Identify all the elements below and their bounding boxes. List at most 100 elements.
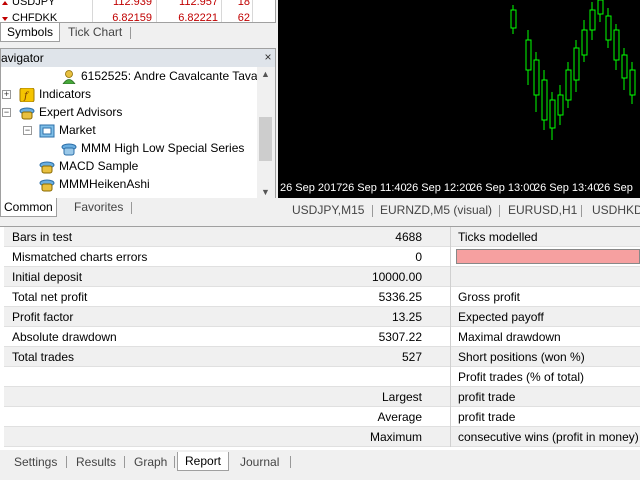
expand-icon[interactable]: + xyxy=(2,90,11,99)
candle-body xyxy=(581,29,588,56)
market-watch-row[interactable]: USDJPY 112.939 112.957 18 xyxy=(0,0,275,8)
candle-body xyxy=(573,47,580,81)
table-row: Profit factor 13.25 Expected payoff xyxy=(4,307,640,327)
tab-common[interactable]: Common xyxy=(0,198,57,217)
row-label: Total net profit xyxy=(12,290,88,304)
tab-journal[interactable]: Journal xyxy=(240,454,279,470)
ask-price: 112.957 xyxy=(179,0,218,8)
table-row: Profit trades (% of total) xyxy=(4,367,640,387)
tab-results[interactable]: Results xyxy=(76,454,116,470)
market-watch-row[interactable]: CHFDKK 6.82159 6.82221 62 xyxy=(0,12,275,23)
mismatch-indicator-bar xyxy=(456,249,640,264)
column-divider xyxy=(450,307,451,327)
close-icon[interactable]: × xyxy=(261,49,275,67)
chart-tab-eurnzd[interactable]: EURNZD,M5 (visual) xyxy=(380,203,492,217)
table-row: Initial deposit 10000.00 xyxy=(4,267,640,287)
navigator-scrollbar[interactable]: ▲ ▼ xyxy=(257,67,275,201)
row-label-secondary: Maximal drawdown xyxy=(458,330,561,344)
row-value: Maximum xyxy=(369,430,422,444)
navigator-title: avigator xyxy=(1,49,275,67)
time-axis-label: 26 Sep 13:00 xyxy=(470,182,536,194)
time-axis-label: 26 Sep 11:40 xyxy=(342,182,407,194)
row-value: Largest xyxy=(381,390,422,404)
tree-item-market[interactable]: Market xyxy=(39,121,96,139)
tree-item-account[interactable]: 6152525: Andre Cavalcante Tavar xyxy=(61,67,262,85)
tab-divider xyxy=(174,456,175,468)
tree-item-mmm-heiken[interactable]: MMMHeikenAshi xyxy=(39,175,150,193)
table-row: Largest profit trade xyxy=(4,387,640,407)
scroll-down-icon[interactable]: ▼ xyxy=(261,187,270,197)
time-axis-label: 26 Sep 13:40 xyxy=(534,182,600,194)
tester-tabs: Settings Results Graph Report Journal xyxy=(0,450,640,480)
market-watch-tabs: Symbols Tick Chart xyxy=(0,22,276,42)
candle-body xyxy=(605,15,612,41)
row-value: 4688 xyxy=(395,230,422,244)
column-divider xyxy=(450,267,451,287)
tab-report[interactable]: Report xyxy=(177,452,230,471)
tab-divider xyxy=(372,205,373,217)
table-row: Absolute drawdown 5307.22 Maximal drawdo… xyxy=(4,327,640,347)
expert-advisor-icon xyxy=(61,142,77,156)
table-row: Total net profit 5336.25 Gross profit xyxy=(4,287,640,307)
expert-advisor-icon xyxy=(39,160,55,174)
scrollbar-thumb[interactable] xyxy=(259,117,272,161)
table-row: Average profit trade xyxy=(4,407,640,427)
tab-divider xyxy=(290,456,291,468)
chart-tab-eurusd[interactable]: EURUSD,H1 xyxy=(508,203,577,217)
collapse-icon[interactable]: − xyxy=(2,108,11,117)
tab-graph[interactable]: Graph xyxy=(134,454,167,470)
row-label-secondary: Short positions (won %) xyxy=(458,350,585,364)
candle-body xyxy=(510,9,517,29)
price-down-icon xyxy=(2,1,8,5)
tree-item-indicators[interactable]: f Indicators xyxy=(19,85,91,103)
tree-item-label: MMMHeikenAshi xyxy=(59,177,150,191)
row-label: Initial deposit xyxy=(12,270,83,284)
spread-value: 62 xyxy=(237,12,250,23)
time-axis-label: 26 Sep 12:20 xyxy=(406,182,472,194)
symbol-name: CHFDKK xyxy=(12,12,58,23)
ask-price: 6.82221 xyxy=(178,12,218,23)
column-divider xyxy=(156,0,157,22)
tab-settings[interactable]: Settings xyxy=(14,454,57,470)
candle-body xyxy=(533,59,540,96)
tree-item-expert-advisors[interactable]: Expert Advisors xyxy=(19,103,122,121)
chart-tabs: USDJPY,M15 EURNZD,M5 (visual) EURUSD,H1 … xyxy=(278,200,640,222)
row-label-secondary: Expected payoff xyxy=(458,310,544,324)
tab-symbols[interactable]: Symbols xyxy=(0,23,61,42)
row-value: 527 xyxy=(401,350,422,364)
column-divider xyxy=(450,407,451,427)
candle-body xyxy=(629,69,636,96)
tab-divider xyxy=(66,456,67,468)
chart-tab-usdjpy[interactable]: USDJPY,M15 xyxy=(292,203,364,217)
tab-tick-chart[interactable]: Tick Chart xyxy=(62,23,128,42)
candle-body xyxy=(565,69,572,101)
row-label-secondary: Profit trades (% of total) xyxy=(458,370,585,384)
column-divider xyxy=(450,287,451,307)
row-value: 5307.22 xyxy=(378,330,422,344)
expert-advisor-icon xyxy=(19,106,35,120)
tree-item-label: MACD Sample xyxy=(59,159,139,173)
price-chart[interactable] xyxy=(278,0,640,196)
column-divider xyxy=(450,247,451,267)
tree-item-label: Market xyxy=(59,123,96,137)
tree-item-label: Expert Advisors xyxy=(39,105,123,119)
collapse-icon[interactable]: − xyxy=(23,126,32,135)
row-label: Profit factor xyxy=(12,310,74,324)
market-watch-panel: USDJPY 112.939 112.957 18 CHFDKK 6.82159… xyxy=(0,0,276,22)
chart-tab-usdhkd[interactable]: USDHKD, xyxy=(592,203,640,217)
tree-item-label: Indicators xyxy=(39,87,92,101)
column-divider xyxy=(252,0,253,22)
tree-item-macd-sample[interactable]: MACD Sample xyxy=(39,157,138,175)
tree-item-mmm-high-low[interactable]: MMM High Low Special Series xyxy=(61,139,244,157)
candle-body xyxy=(549,99,556,129)
row-label: Bars in test xyxy=(12,230,73,244)
row-value: Average xyxy=(377,410,422,424)
table-row: Bars in test 4688 Ticks modelled xyxy=(4,227,640,247)
report-table: Bars in test 4688 Ticks modelled Mismatc… xyxy=(0,226,640,450)
scroll-up-icon[interactable]: ▲ xyxy=(261,69,270,79)
table-row: Mismatched charts errors 0 xyxy=(4,247,640,267)
tab-favorites[interactable]: Favorites xyxy=(68,198,129,217)
column-divider xyxy=(450,427,451,447)
candle-body xyxy=(525,39,532,71)
row-label-secondary: profit trade xyxy=(458,410,516,424)
